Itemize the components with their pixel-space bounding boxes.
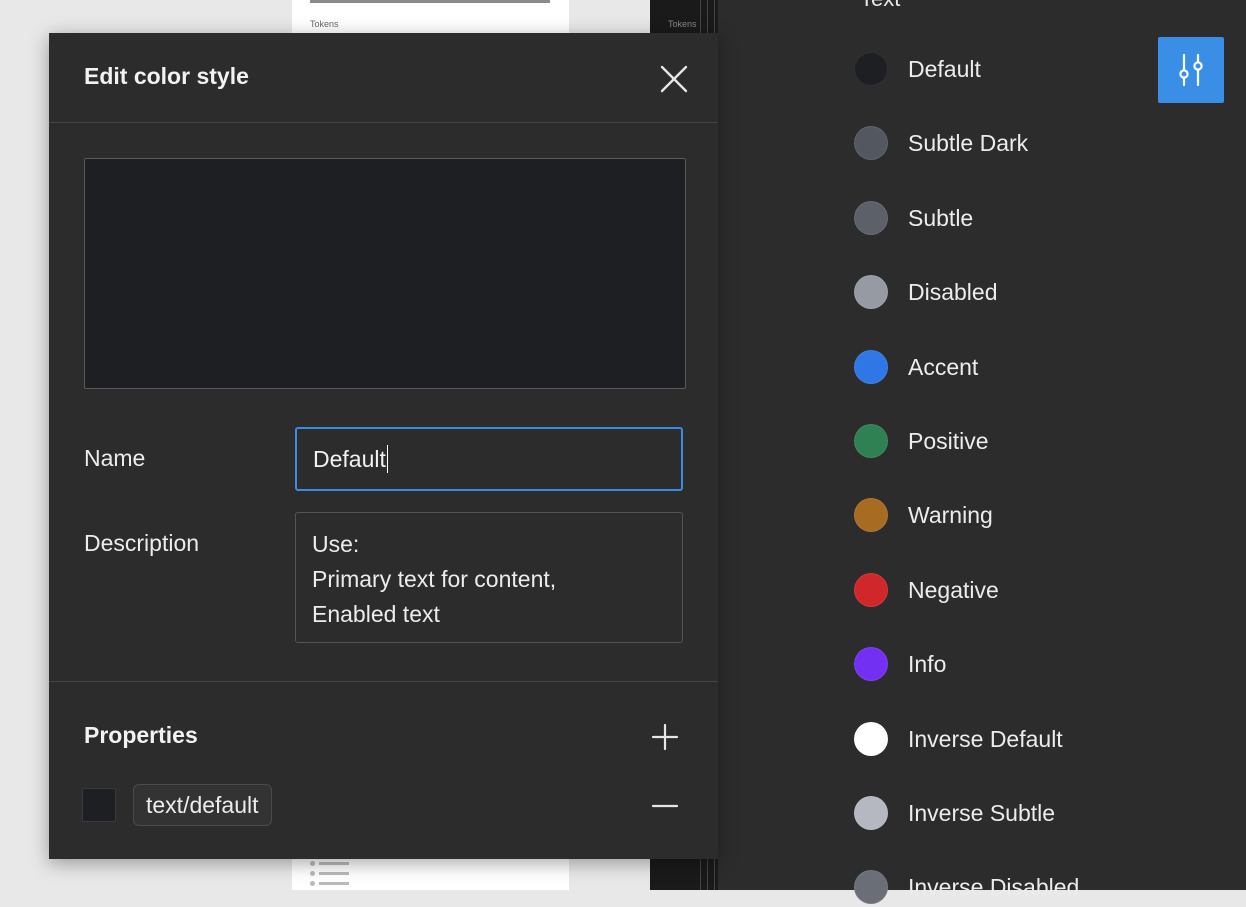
artboard-top-bar — [310, 0, 550, 3]
name-label: Name — [84, 445, 146, 471]
edit-color-style-dialog: Edit color style Name Default Descriptio… — [49, 33, 718, 859]
color-style-item[interactable]: Disabled — [854, 272, 998, 312]
swatch-circle — [854, 498, 888, 532]
color-style-item[interactable]: Negative — [854, 570, 999, 610]
description-label: Description — [84, 530, 200, 556]
color-style-item[interactable]: Default — [854, 49, 981, 89]
swatch-label: Inverse Default — [908, 725, 1063, 752]
artboard-label: Tokens — [310, 19, 339, 29]
divider — [49, 681, 718, 682]
dialog-header: Edit color style — [49, 33, 718, 123]
description-line: Primary text for content, — [312, 566, 557, 592]
color-style-item[interactable]: Info — [854, 644, 946, 684]
sliders-icon — [1179, 53, 1203, 87]
swatch-circle — [854, 573, 888, 607]
color-style-item[interactable]: Warning — [854, 495, 993, 535]
swatch-circle — [854, 647, 888, 681]
swatch-label: Subtle — [908, 204, 974, 231]
color-style-item[interactable]: Inverse Disabled — [854, 867, 1079, 907]
swatch-circle — [854, 126, 888, 160]
plus-icon — [651, 723, 679, 751]
description-field[interactable]: Use: Primary text for content, Enabled t… — [295, 512, 683, 643]
color-style-item[interactable]: Inverse Default — [854, 719, 1063, 759]
swatch-label: Disabled — [908, 278, 998, 305]
swatch-circle — [854, 350, 888, 384]
swatch-circle — [854, 796, 888, 830]
name-input[interactable]: Default — [295, 427, 683, 491]
minus-icon — [651, 804, 679, 808]
swatch-circle — [854, 722, 888, 756]
close-button[interactable] — [657, 62, 691, 96]
property-token-label: text/default — [146, 791, 259, 818]
text-caret — [386, 445, 388, 473]
swatch-label: Inverse Subtle — [908, 799, 1056, 826]
property-token-chip[interactable]: text/default — [133, 784, 272, 826]
name-input-value: Default — [313, 445, 386, 472]
swatch-circle — [854, 52, 888, 86]
remove-property-button[interactable] — [650, 791, 680, 821]
artboard-label-dark: Tokens — [668, 19, 697, 29]
swatch-circle — [854, 201, 888, 235]
dialog-title: Edit color style — [84, 63, 249, 89]
swatch-circle — [854, 424, 888, 458]
add-property-button[interactable] — [650, 722, 680, 752]
swatch-label: Positive — [908, 427, 989, 454]
swatch-circle — [854, 870, 888, 904]
property-color-swatch[interactable] — [82, 788, 116, 822]
swatch-label: Subtle Dark — [908, 129, 1029, 156]
styles-panel: Text Default Subtle Dark Subtle Disabled Acc… — [718, 0, 1246, 904]
swatch-circle — [854, 275, 888, 309]
artboard-mini-list — [310, 858, 390, 888]
swatch-label: Warning — [908, 501, 993, 528]
adjust-button[interactable] — [1158, 37, 1224, 103]
color-style-item[interactable]: Inverse Subtle — [854, 793, 1055, 833]
close-icon — [660, 65, 688, 93]
description-line: Enabled text — [312, 601, 440, 627]
swatch-label: Accent — [908, 353, 979, 380]
swatch-label: Info — [908, 650, 947, 677]
color-preview[interactable] — [84, 158, 686, 389]
swatch-label: Default — [908, 55, 981, 82]
swatch-label: Inverse Disabled — [908, 873, 1080, 900]
color-style-item[interactable]: Positive — [854, 421, 989, 461]
swatch-label: Negative — [908, 576, 999, 603]
description-line: Use: — [312, 531, 360, 557]
panel-heading: Text — [860, 0, 900, 12]
color-style-item[interactable]: Subtle Dark — [854, 123, 1028, 163]
color-style-item[interactable]: Subtle — [854, 198, 973, 238]
properties-title: Properties — [84, 722, 198, 748]
color-style-item[interactable]: Accent — [854, 347, 978, 387]
